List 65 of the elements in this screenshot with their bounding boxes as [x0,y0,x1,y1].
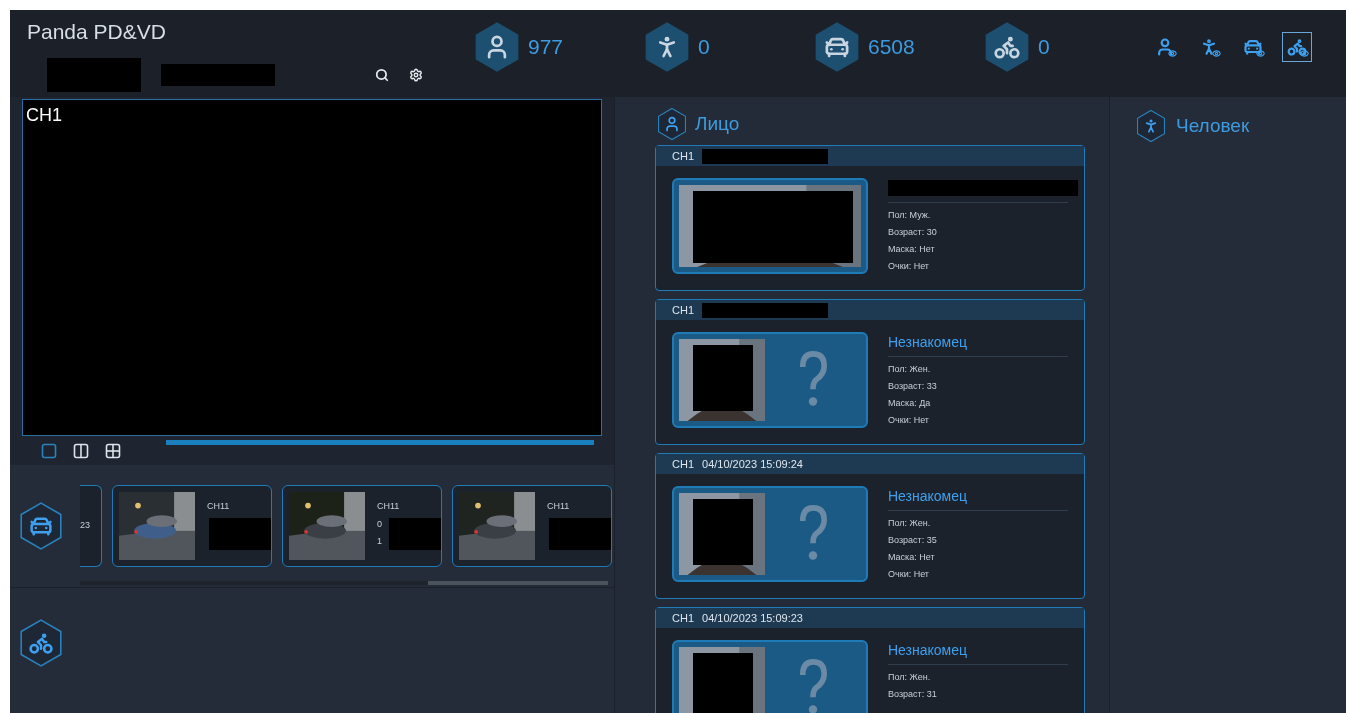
person-name: Незнакомец [888,333,969,352]
face-card[interactable]: CH1 Пол: Муж. Возраст: 30 Маска: Нет Очки: Нет [655,145,1085,291]
vehicle-card[interactable]: CH11 [452,485,612,567]
redaction-block [389,518,441,550]
attribute-text: Возраст: 33 [888,380,938,393]
redaction-block [693,499,753,565]
eye-icon [1256,49,1265,58]
channel-label: CH1 [672,456,694,472]
channel-label: CH1 [672,610,694,626]
channel-label: CH11 [547,500,571,513]
vehicle-card[interactable]: 23 [80,485,102,567]
attribute-text: Очки: Нет [888,260,930,273]
card-text: 23 [80,519,90,533]
attribute-text: Возраст: 30 [888,226,938,239]
counter-value: 0 [1038,34,1050,61]
car-icon [1243,37,1263,57]
search-icon[interactable] [375,67,389,82]
person-name: Незнакомец [888,641,969,660]
attribute-text: Пол: Жен. [888,517,932,530]
question-mark-icon [799,505,827,563]
attribute-text: Пол: Жен. [888,363,932,376]
single-view-button[interactable] [40,442,58,460]
app-title: Panda PD&VD [27,19,167,45]
redaction-block [549,518,611,550]
counter-value: 6508 [868,34,915,61]
attribute-text: Маска: Нет [888,551,936,564]
face-card[interactable]: CH1 04/10/2023 15:09:24 Незнакомец Пол: Жен. Возраст: 35 Маска: Нет Очки: Нет [655,453,1085,599]
eye-icon [1168,49,1177,58]
timestamp: 04/10/2023 15:09:24 [702,456,803,472]
counter-value: 0 [698,34,710,61]
channel-label: CH1 [672,302,694,318]
vehicle-card[interactable]: CH11 0 1 [282,485,442,567]
two-column-view-button[interactable] [72,442,90,460]
attribute-text: Пол: Жен. [888,671,932,684]
face-hexagon-icon [655,107,689,141]
attribute-text: Очки: Нет [888,414,930,427]
panel-title: Лицо [695,111,740,136]
question-mark-icon [799,351,827,409]
channel-label: CH11 [207,500,231,513]
panel-title: Человек [1176,113,1250,138]
settings-icon[interactable] [409,67,423,82]
redaction-block [209,518,271,550]
channel-label: CH11 [377,500,401,513]
counter-value: 977 [528,34,564,61]
card-text: 1 [377,535,383,548]
redaction-block [693,653,753,713]
attribute-text: Возраст: 35 [888,534,938,547]
vehicle-card[interactable]: CH11 [112,485,272,567]
attribute-text: Возраст: 31 [888,688,938,701]
eye-icon [1212,49,1221,58]
redaction-block [693,345,753,411]
question-mark-icon [799,659,827,713]
eye-icon [1300,49,1309,58]
attribute-text: Маска: Да [888,397,932,410]
face-card[interactable]: CH1 04/10/2023 15:09:23 Незнакомец Пол: Жен. Возраст: 31 [655,607,1085,713]
channel-label: CH1 [672,148,694,164]
person-name: Незнакомец [888,487,969,506]
attribute-text: Маска: Нет [888,243,936,256]
four-grid-view-button[interactable] [104,442,122,460]
card-text: 0 [377,517,383,531]
attribute-text: Очки: Нет [888,568,930,581]
face-card[interactable]: CH1 Незнакомец Пол: Жен. Возраст: 33 Маска: Да Очки: Нет [655,299,1085,445]
attribute-text: Пол: Муж. [888,209,932,222]
timestamp: 04/10/2023 15:09:23 [702,610,803,626]
channel-label: CH1 [26,105,62,125]
